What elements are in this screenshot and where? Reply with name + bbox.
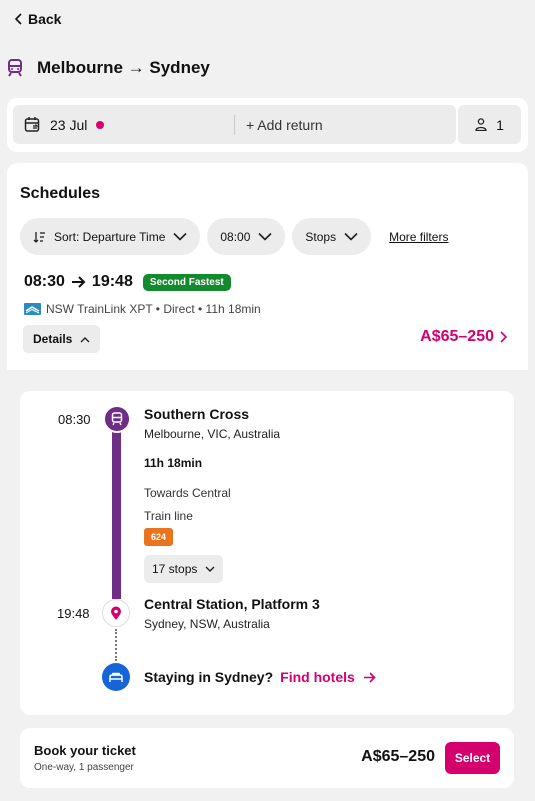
sort-dropdown[interactable]: Sort: Departure Time	[20, 218, 201, 255]
location-pin-icon	[102, 599, 130, 627]
details-label: Details	[33, 332, 73, 346]
price-link[interactable]: A$65–250	[420, 328, 507, 346]
filter-bar: Sort: Departure Time 08:00 Stops More fi…	[20, 218, 448, 255]
itinerary-details: 08:30 Southern Cross Melbourne, VIC, Aus…	[20, 391, 514, 715]
train-icon	[7, 59, 23, 77]
stops-label: Stops	[305, 229, 337, 244]
chevron-right-icon	[500, 331, 507, 343]
hotel-prompt-text: Staying in Sydney?	[144, 669, 274, 685]
result-price: A$65–250	[420, 328, 494, 345]
hotel-prompt: Staying in Sydney? Find hotels	[144, 669, 376, 685]
operator-info: NSW TrainLink XPT • Direct • 11h 18min	[24, 302, 261, 316]
direction-text: Towards Central	[144, 486, 231, 500]
dotted-connector	[115, 629, 117, 661]
chevron-up-icon	[80, 336, 90, 343]
stops-dropdown[interactable]: Stops	[292, 218, 372, 255]
find-hotels-link[interactable]: Find hotels	[280, 669, 376, 685]
date-indicator-dot	[96, 120, 105, 129]
train-route-line	[112, 431, 121, 599]
result-times: 08:30 19:48 Second Fastest	[24, 273, 231, 291]
person-icon	[475, 118, 487, 131]
booking-subtitle: One-way, 1 passenger	[34, 762, 134, 773]
passenger-count: 1	[496, 116, 504, 133]
arrow-right-icon	[363, 671, 376, 683]
itinerary-arrive-time: 19:48	[57, 606, 90, 621]
itinerary-depart-time: 08:30	[58, 412, 91, 427]
sort-icon	[33, 231, 46, 243]
train-station-icon	[103, 405, 131, 433]
calendar-repeat-icon	[24, 116, 41, 133]
operator-text: NSW TrainLink XPT • Direct • 11h 18min	[46, 302, 261, 316]
line-type-text: Train line	[144, 509, 193, 523]
booking-title: Book your ticket	[34, 743, 136, 758]
back-button[interactable]: Back	[14, 11, 61, 27]
passenger-selector[interactable]: 1	[458, 105, 521, 144]
back-label: Back	[28, 11, 62, 27]
depart-time: 08:30	[24, 273, 65, 290]
hotel-bed-icon	[102, 663, 130, 691]
time-label: 08:00	[220, 229, 251, 244]
booking-bar: Book your ticket One-way, 1 passenger A$…	[20, 728, 514, 788]
sort-label: Sort: Departure Time	[54, 229, 166, 244]
date-value: 23 Jul	[50, 116, 88, 133]
arrive-time: 19:48	[91, 273, 133, 290]
date-picker[interactable]: 23 Jul	[13, 116, 234, 133]
chevron-down-icon	[344, 232, 358, 241]
second-fastest-badge: Second Fastest	[142, 273, 231, 291]
schedules-panel: Schedules Sort: Departure Time 08:00 Sto…	[7, 163, 528, 370]
booking-price: A$65–250	[361, 748, 435, 765]
stops-toggle[interactable]: 17 stops	[144, 555, 224, 583]
arrow-right-icon	[71, 276, 86, 288]
schedules-heading: Schedules	[20, 185, 101, 202]
destination-location: Sydney, NSW, Australia	[144, 617, 270, 631]
add-return-button[interactable]: + Add return	[235, 117, 323, 133]
chevron-left-icon	[14, 13, 24, 25]
find-hotels-label: Find hotels	[280, 669, 355, 685]
line-number-badge: 624	[144, 528, 174, 546]
route-header: Melbourne → Sydney	[7, 58, 210, 78]
select-button[interactable]: Select	[445, 742, 500, 774]
details-toggle[interactable]: Details	[23, 325, 101, 353]
trip-duration: 11h 18min	[144, 456, 203, 470]
chevron-down-icon	[205, 566, 215, 573]
origin-station-name: Southern Cross	[144, 406, 250, 422]
chevron-down-icon	[258, 232, 272, 241]
date-search-box: 23 Jul + Add return	[13, 105, 456, 144]
origin-location: Melbourne, VIC, Australia	[144, 427, 281, 441]
nsw-trainlink-logo-icon	[24, 303, 41, 315]
search-card: 23 Jul + Add return 1	[7, 98, 528, 152]
chevron-down-icon	[173, 232, 187, 241]
page-title: Melbourne → Sydney	[37, 58, 210, 77]
more-filters-link[interactable]: More filters	[389, 230, 448, 244]
stops-count: 17 stops	[152, 562, 198, 576]
time-dropdown[interactable]: 08:00	[207, 218, 286, 255]
destination-station-name: Central Station, Platform 3	[144, 596, 320, 612]
